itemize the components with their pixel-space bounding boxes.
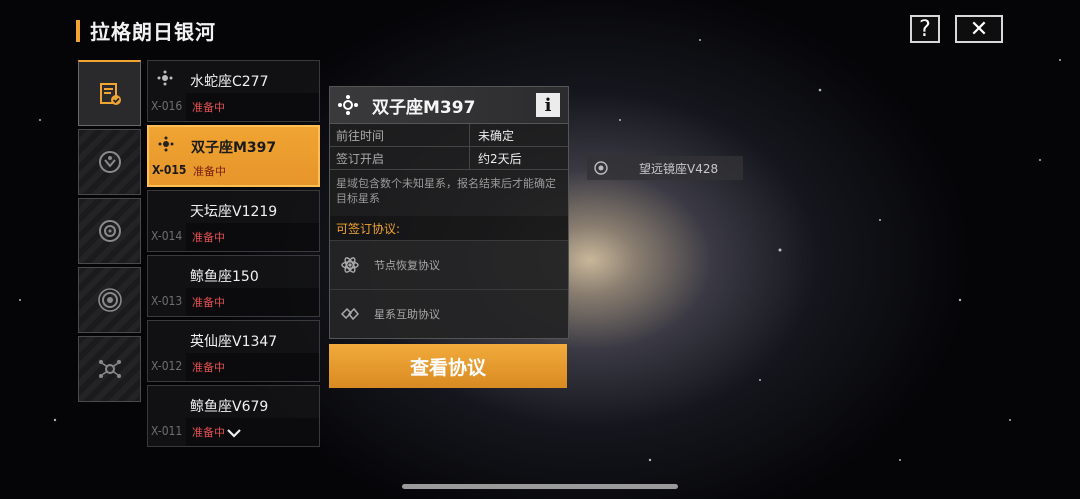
star-list: X-016 水蛇座C277 准备中 X-015 双子座M397 准备中 X-01… <box>147 60 320 450</box>
star-code: X-016 <box>151 99 183 113</box>
star-name: 英仙座V1347 <box>190 334 278 350</box>
star-status: 准备中 <box>192 296 225 309</box>
star-code: X-013 <box>151 294 183 308</box>
orbit-ring-icon <box>97 288 122 312</box>
star-list-item[interactable]: X-014 天坛座V1219 准备中 <box>147 190 320 252</box>
row-key: 前往时间 <box>330 124 470 146</box>
detail-title: 双子座M397 <box>372 97 476 118</box>
category-emblem[interactable] <box>78 129 141 195</box>
protocol-item[interactable]: 节点恢复协议 <box>330 240 568 289</box>
diamond-node-icon <box>157 70 173 86</box>
handshake-icon <box>340 307 360 321</box>
title-accent <box>76 19 80 42</box>
protocol-name: 星系互助协议 <box>374 308 440 321</box>
star-detail-panel: 双子座M397 i 前往时间 未确定 签订开启 约2天后 星域包含数个未知星系，… <box>329 86 569 339</box>
star-list-item[interactable]: X-016 水蛇座C277 准备中 <box>147 60 320 122</box>
shield-emblem-icon <box>98 151 121 173</box>
star-list-item-selected[interactable]: X-015 双子座M397 准备中 <box>147 125 320 187</box>
star-status: 准备中 <box>193 165 226 178</box>
home-indicator[interactable] <box>402 484 678 489</box>
network-node-icon <box>98 360 121 378</box>
detail-row: 签订开启 约2天后 <box>330 147 568 170</box>
star-name: 天坛座V1219 <box>190 204 278 220</box>
star-code: X-014 <box>151 229 183 243</box>
star-status: 准备中 <box>192 361 225 374</box>
map-star-tag[interactable]: 望远镜座V428 <box>587 156 743 180</box>
star-list-item[interactable]: X-013 鲸鱼座150 准备中 <box>147 255 320 317</box>
row-key: 签订开启 <box>330 147 470 169</box>
star-status: 准备中 <box>192 231 225 244</box>
detail-header: 双子座M397 i <box>330 87 568 124</box>
star-name: 鲸鱼座150 <box>190 269 259 285</box>
title-bar: 拉格朗日银河 <box>76 16 216 45</box>
map-tag-name: 望远镜座V428 <box>639 161 719 176</box>
target-ring-icon <box>594 161 608 175</box>
star-name: 水蛇座C277 <box>190 74 269 90</box>
help-button[interactable]: ? <box>910 15 940 43</box>
chevron-down-icon[interactable] <box>227 428 241 438</box>
target-ring-icon <box>98 220 121 242</box>
star-code: X-015 <box>152 163 187 177</box>
star-code: X-012 <box>151 359 183 373</box>
info-button[interactable]: i <box>536 93 560 117</box>
row-value: 未确定 <box>478 128 515 143</box>
diamond-node-icon <box>338 95 358 115</box>
sign-protocol-label: 可签订协议: <box>330 216 568 240</box>
page-title: 拉格朗日银河 <box>90 20 216 44</box>
detail-row: 前往时间 未确定 <box>330 124 568 147</box>
view-protocol-button[interactable]: 查看协议 <box>329 344 567 388</box>
star-name: 双子座M397 <box>191 140 277 156</box>
protocol-item[interactable]: 星系互助协议 <box>330 289 568 338</box>
close-button[interactable]: ✕ <box>955 15 1003 43</box>
category-contracts[interactable] <box>78 60 141 126</box>
category-network[interactable] <box>78 336 141 402</box>
atom-icon <box>341 257 359 273</box>
star-code: X-011 <box>151 424 183 438</box>
star-name: 鲸鱼座V679 <box>190 399 269 415</box>
contract-check-icon <box>99 82 121 105</box>
star-status: 准备中 <box>192 426 225 439</box>
protocol-name: 节点恢复协议 <box>374 259 440 272</box>
category-orbit[interactable] <box>78 267 141 333</box>
category-sidebar <box>78 60 141 405</box>
star-status: 准备中 <box>192 101 225 114</box>
star-list-item[interactable]: X-012 英仙座V1347 准备中 <box>147 320 320 382</box>
row-value: 约2天后 <box>478 151 522 166</box>
detail-description: 星域包含数个未知星系，报名结束后才能确定目标星系 <box>336 177 556 205</box>
category-target[interactable] <box>78 198 141 264</box>
diamond-node-icon <box>158 136 174 152</box>
